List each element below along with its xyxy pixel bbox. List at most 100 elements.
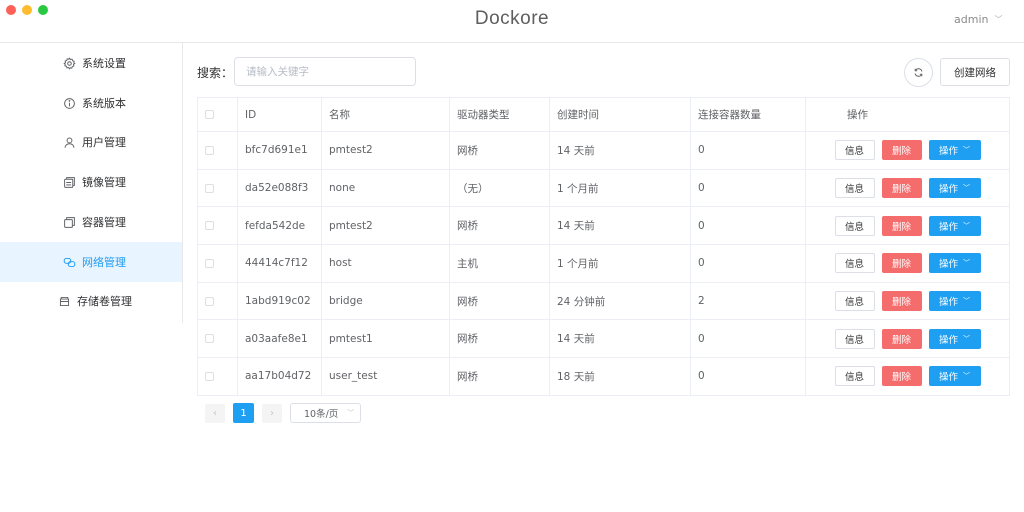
- select-all-checkbox[interactable]: [205, 110, 214, 119]
- cell-driver: 主机: [449, 244, 550, 283]
- sidebar-item-system-version[interactable]: 系统版本: [0, 83, 182, 123]
- delete-button[interactable]: 删除: [881, 291, 922, 312]
- search-input[interactable]: [234, 57, 416, 86]
- chevron-down-icon: ﹀: [994, 15, 1003, 24]
- row-actions: 信息 删除 操作 ﹀: [813, 140, 1002, 161]
- cell-created: 1 个月前: [549, 244, 691, 283]
- row-select-cell: [197, 131, 238, 170]
- row-actions: 信息 删除 操作 ﹀: [813, 291, 1002, 312]
- cell-driver: 网桥: [449, 206, 550, 246]
- actions-label: 操作: [938, 372, 958, 384]
- chevron-down-icon: ﹀: [963, 184, 970, 193]
- chevron-down-icon: ﹀: [963, 146, 970, 155]
- refresh-button[interactable]: [904, 58, 933, 87]
- user-menu[interactable]: admin ﹀: [954, 13, 1002, 26]
- row-select-cell: [197, 281, 238, 321]
- row-checkbox[interactable]: [205, 258, 214, 268]
- chevron-down-icon: ﹀: [963, 372, 970, 381]
- row-checkbox[interactable]: [205, 183, 214, 193]
- image-stack-icon: [63, 176, 76, 189]
- actions-dropdown-button[interactable]: 操作 ﹀: [928, 178, 981, 199]
- cell-ops: 信息 删除 操作 ﹀: [805, 244, 1010, 283]
- info-button[interactable]: 信息: [834, 253, 875, 274]
- info-button[interactable]: 信息: [834, 291, 875, 312]
- column-header-driver: 驱动器类型: [449, 97, 550, 132]
- sidebar-item-system-settings[interactable]: 系统设置: [0, 43, 182, 83]
- delete-button[interactable]: 删除: [881, 328, 922, 349]
- delete-button[interactable]: 删除: [881, 366, 922, 387]
- row-checkbox[interactable]: [205, 296, 214, 306]
- actions-dropdown-button[interactable]: 操作 ﹀: [928, 140, 981, 161]
- row-checkbox[interactable]: [205, 221, 214, 231]
- table-row: bfc7d691e1 pmtest2 网桥 14 天前 0 信息 删除 操作 ﹀: [197, 131, 1010, 170]
- table-row: fefda542de pmtest2 网桥 14 天前 0 信息 删除 操作 ﹀: [197, 206, 1010, 246]
- actions-dropdown-button[interactable]: 操作 ﹀: [928, 366, 981, 387]
- sidebar-item-user-management[interactable]: 用户管理: [0, 122, 182, 162]
- cell-created: 14 天前: [549, 131, 691, 170]
- sidebar-item-network-management[interactable]: 网络管理: [0, 242, 182, 282]
- cell-created: 18 天前: [549, 357, 691, 396]
- sidebar: 系统设置 系统版本 用户管理 镜像管理 容器管理 网络管理 存储卷管理: [0, 43, 183, 323]
- cell-id: 44414c7f12: [237, 244, 322, 283]
- cell-created: 24 分钟前: [549, 281, 691, 321]
- column-header-name: 名称: [321, 97, 450, 132]
- cell-id: da52e088f3: [237, 168, 322, 208]
- cell-id: fefda542de: [237, 206, 322, 246]
- cell-created: 14 天前: [549, 206, 691, 246]
- pagination-prev-button[interactable]: ‹: [205, 404, 225, 423]
- cell-id: a03aafe8e1: [237, 319, 322, 359]
- sidebar-item-image-management[interactable]: 镜像管理: [0, 162, 182, 202]
- table-row: da52e088f3 none （无） 1 个月前 0 信息 删除 操作 ﹀: [197, 168, 1010, 208]
- table-body: bfc7d691e1 pmtest2 网桥 14 天前 0 信息 删除 操作 ﹀ da52e088…: [197, 131, 1010, 396]
- row-checkbox[interactable]: [205, 334, 214, 344]
- actions-dropdown-button[interactable]: 操作 ﹀: [928, 328, 981, 349]
- chevron-down-icon: ﹀: [963, 221, 970, 230]
- row-select-cell: [197, 357, 238, 396]
- row-actions: 信息 删除 操作 ﹀: [813, 253, 1002, 274]
- cell-ops: 信息 删除 操作 ﹀: [805, 206, 1010, 246]
- info-button[interactable]: 信息: [834, 140, 875, 161]
- cell-ops: 信息 删除 操作 ﹀: [805, 357, 1010, 396]
- column-header-ops: 操作: [805, 97, 1010, 132]
- cell-containers: 0: [690, 168, 806, 208]
- volume-icon: [58, 295, 71, 308]
- cell-name: pmtest1: [321, 319, 450, 359]
- refresh-icon: [913, 67, 924, 78]
- cell-created: 1 个月前: [549, 168, 691, 208]
- pagination-page-1[interactable]: 1: [233, 403, 254, 423]
- actions-dropdown-button[interactable]: 操作 ﹀: [928, 291, 981, 312]
- delete-button[interactable]: 删除: [881, 140, 922, 161]
- info-button[interactable]: 信息: [834, 215, 875, 236]
- top-bar: Dockore admin ﹀: [0, 0, 1024, 43]
- row-checkbox[interactable]: [205, 371, 214, 381]
- row-actions: 信息 删除 操作 ﹀: [813, 328, 1002, 349]
- pagination-next-button[interactable]: ›: [262, 404, 282, 423]
- info-button[interactable]: 信息: [834, 366, 875, 387]
- cell-ops: 信息 删除 操作 ﹀: [805, 131, 1010, 170]
- delete-button[interactable]: 删除: [881, 178, 922, 199]
- info-button[interactable]: 信息: [834, 328, 875, 349]
- cell-containers: 0: [690, 131, 806, 170]
- create-network-button[interactable]: 创建网络: [940, 58, 1010, 86]
- cell-driver: 网桥: [449, 357, 550, 396]
- user-icon: [63, 136, 76, 149]
- actions-label: 操作: [938, 146, 958, 158]
- cell-containers: 0: [690, 319, 806, 359]
- row-actions: 信息 删除 操作 ﹀: [813, 215, 1002, 236]
- delete-button[interactable]: 删除: [881, 253, 922, 274]
- chevron-down-icon: ﹀: [963, 259, 970, 268]
- delete-button[interactable]: 删除: [881, 215, 922, 236]
- select-all-cell: [197, 97, 238, 132]
- sidebar-item-label: 系统设置: [82, 57, 126, 70]
- sidebar-item-volume-management[interactable]: 存储卷管理: [0, 281, 182, 321]
- row-select-cell: [197, 168, 238, 208]
- actions-dropdown-button[interactable]: 操作 ﹀: [928, 253, 981, 274]
- sidebar-item-label: 网络管理: [82, 256, 126, 269]
- info-button[interactable]: 信息: [834, 178, 875, 199]
- cell-name: pmtest2: [321, 131, 450, 170]
- actions-dropdown-button[interactable]: 操作 ﹀: [928, 215, 981, 236]
- row-checkbox[interactable]: [205, 145, 214, 155]
- page-size-select[interactable]: 10条/页 ﹀: [290, 403, 361, 423]
- table-header-row: ID 名称 驱动器类型 创建时间 连接容器数量 操作: [197, 97, 1010, 132]
- sidebar-item-container-management[interactable]: 容器管理: [0, 202, 182, 242]
